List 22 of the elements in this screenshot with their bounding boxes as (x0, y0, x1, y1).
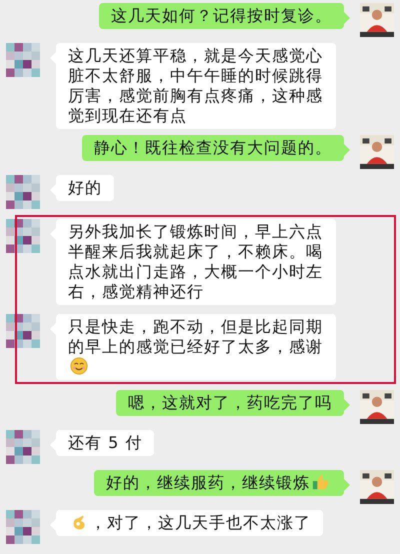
message-bubble: 这几天如何？记得按时复诊。 (99, 3, 344, 29)
message-bubble: 嗯，这就对了，药吃完了吗 (116, 390, 344, 416)
smiling-face-icon (70, 357, 88, 375)
bubble-tail (344, 12, 350, 24)
message-bubble: ，对了，这几天手也不太涨了 (56, 510, 323, 536)
message-bubble: 只是快走，跑不动，但是比起同期的早上的感觉已经好了太多，感谢 (56, 314, 336, 380)
bubble-tail (344, 399, 350, 411)
avatar (6, 219, 40, 253)
bubble-tail (344, 144, 350, 156)
message-bubble: 还有 5 付 (56, 430, 154, 456)
avatar (6, 314, 40, 348)
message-bubble: 静心！既往检查没有大问题的。 (82, 135, 344, 161)
message-bubble: 好的，继续服药，继续锻炼 (94, 470, 344, 496)
avatar (6, 510, 40, 544)
avatar (6, 175, 40, 209)
message-bubble: 好的 (56, 175, 114, 201)
avatar (6, 43, 40, 77)
message-bubble: 这几天还算平稳，就是今天感觉心脏不太舒服，中午午睡的时候跳得厉害，感觉前胸有点疼痛，这种感觉到现在还有点 (56, 43, 336, 129)
bubble-tail (344, 479, 350, 491)
message-bubble: 另外我加长了锻炼时间，早上六点半醒来后我就起床了，不赖床。喝点水就出门走路，大概一个小时左右，感觉精神还行 (56, 219, 336, 305)
avatar (6, 430, 40, 464)
thumbs-up-icon (312, 473, 330, 491)
